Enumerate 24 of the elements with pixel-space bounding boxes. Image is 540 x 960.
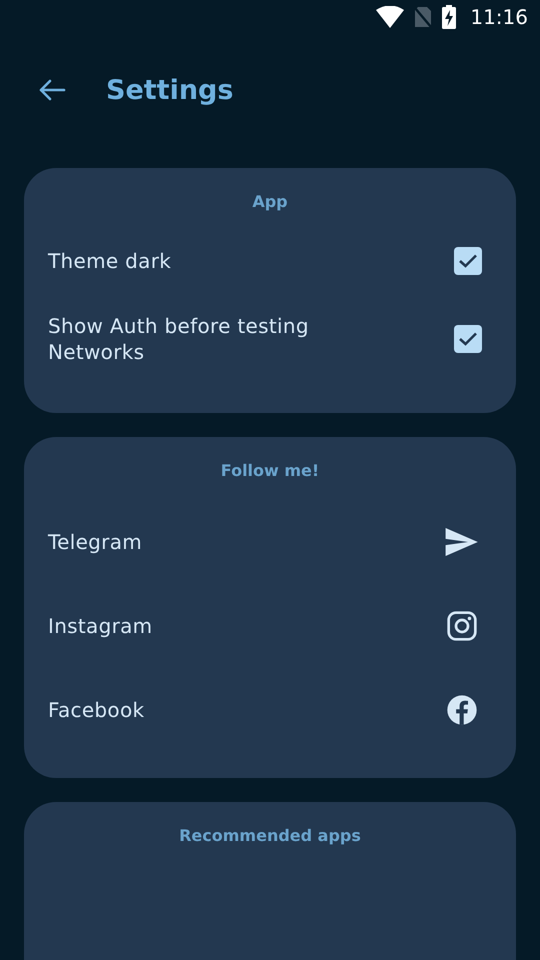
back-button[interactable] (38, 78, 66, 102)
link-button[interactable] (444, 528, 478, 556)
checkmark-icon (458, 253, 478, 269)
camera-icon (446, 610, 478, 642)
wifi-icon (376, 6, 404, 28)
checkmark-icon (458, 331, 478, 347)
section-title: Recommended apps (178, 826, 362, 845)
no-sim-icon (414, 6, 432, 28)
setting-label: Show Auth before testing Networks (48, 313, 310, 365)
status-time: 11:16 (470, 5, 528, 29)
setting-label: Theme dark (48, 248, 172, 274)
page-title: Settings (106, 74, 234, 106)
link-label: Telegram (48, 529, 142, 555)
battery-charging-icon (442, 5, 456, 29)
checkbox[interactable] (454, 247, 482, 275)
link-label: Instagram (48, 613, 152, 639)
link-button[interactable] (446, 610, 478, 642)
section-title: Follow me! (220, 461, 320, 480)
checkbox[interactable] (454, 325, 482, 353)
section-title: App (251, 192, 289, 211)
link-label: Facebook (48, 697, 144, 723)
send-icon (444, 528, 478, 556)
link-button[interactable] (446, 694, 478, 726)
facebook-icon (446, 694, 478, 726)
